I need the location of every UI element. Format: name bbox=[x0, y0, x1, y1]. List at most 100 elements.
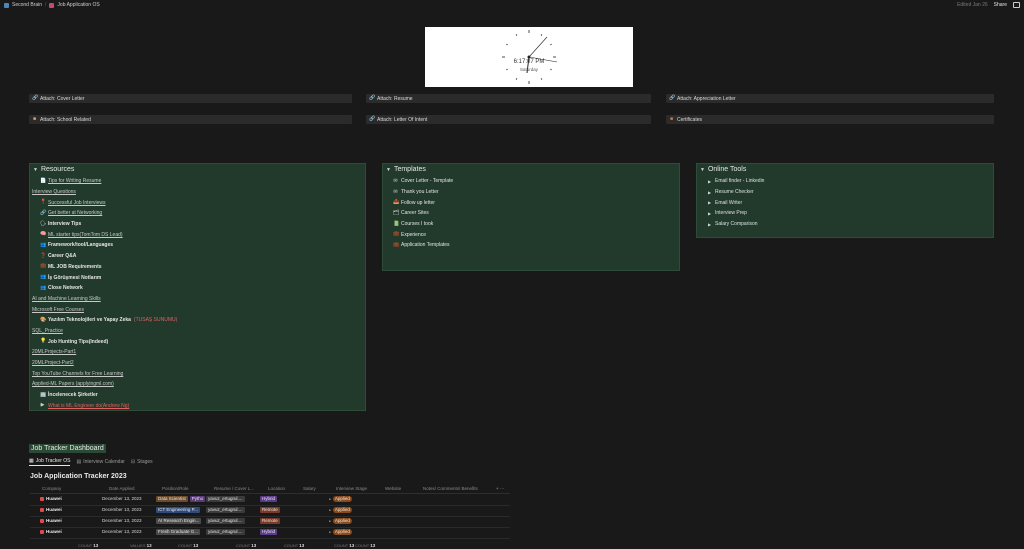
count-summary[interactable]: COUNT 13 bbox=[178, 543, 198, 548]
list-item[interactable]: 🔗 Get better at Networking bbox=[40, 208, 365, 219]
list-item[interactable]: 👥 İş Görüşmesi Notlarım bbox=[40, 272, 365, 283]
position-cell[interactable]: AI Research Engin... bbox=[156, 518, 202, 524]
list-item[interactable]: 👥 Close Network bbox=[40, 283, 365, 294]
position-cell[interactable]: Fresh Graduate G... bbox=[156, 529, 201, 535]
share-button[interactable]: Share bbox=[994, 2, 1007, 8]
toggle-item[interactable]: ▶ Salary Comparison bbox=[707, 219, 993, 230]
stage-cell[interactable]: ● Applied bbox=[329, 518, 352, 524]
breadcrumb-page[interactable]: Job Application OS bbox=[57, 2, 99, 8]
count-summary[interactable]: COUNT 13 bbox=[78, 543, 98, 548]
list-item[interactable]: 📗 Courses I took bbox=[393, 219, 679, 230]
toggle-item[interactable]: ▶ Email Writer bbox=[707, 197, 993, 208]
list-item[interactable]: 📍 Successful Job Interviews bbox=[40, 197, 365, 208]
list-item[interactable]: ❓ Career Q&A bbox=[40, 251, 365, 262]
list-item[interactable]: 20MLProjects-Part1 bbox=[32, 347, 365, 358]
company-cell[interactable]: Huawei bbox=[40, 518, 62, 523]
toggle-item[interactable]: ▶ Interview Prep bbox=[707, 208, 993, 219]
resume-cell[interactable]: yavuz_ertugrul.... bbox=[206, 496, 245, 502]
list-item[interactable]: 👥 Framework/tool/Languages bbox=[40, 240, 365, 251]
online-tools-toggle[interactable]: ▼ Online Tools bbox=[700, 166, 993, 173]
list-item[interactable]: 📤 Follow up letter bbox=[393, 197, 679, 208]
tab-stages[interactable]: ⊟ Stages bbox=[131, 459, 153, 465]
list-item[interactable]: 💼 ML JOB Requirements bbox=[40, 262, 365, 273]
toggle-item[interactable]: ▶ Email finder - Linkedin bbox=[707, 176, 993, 187]
list-item[interactable]: ✉ Cover Letter - Template bbox=[393, 176, 679, 187]
count-summary[interactable]: COUNT 13 bbox=[334, 543, 354, 548]
list-item-label: Salary Comparison bbox=[715, 221, 758, 228]
list-item[interactable]: SQL_Practice bbox=[32, 326, 365, 337]
col-resume[interactable]: Resume / Cover L... bbox=[214, 486, 254, 491]
attach-certificates[interactable]: ■ Certificates bbox=[666, 115, 994, 124]
attach-appreciation-letter[interactable]: 🔗 Attach: Appreciation Letter bbox=[666, 94, 994, 103]
list-item[interactable]: ✉ Thank you Letter bbox=[393, 187, 679, 198]
list-item[interactable]: AI and Machine Learning Skills bbox=[32, 294, 365, 305]
stage-cell[interactable]: ● Applied bbox=[329, 529, 352, 535]
list-item[interactable]: 📄 Tips for Writing Resume bbox=[40, 176, 365, 187]
stage-cell[interactable]: ● Applied bbox=[329, 496, 352, 502]
resume-cell[interactable]: yavuz_ertugrul.... bbox=[206, 518, 245, 524]
col-website[interactable]: Website bbox=[385, 486, 401, 491]
company-cell[interactable]: Huawei bbox=[40, 496, 62, 501]
add-column-button[interactable]: + ··· bbox=[496, 486, 504, 491]
company-cell[interactable]: Huawei bbox=[40, 529, 62, 534]
attach-cover-letter[interactable]: 🔗 Attach: Cover Letter bbox=[29, 94, 352, 103]
position-cell[interactable]: Data Scientist Pytho bbox=[156, 496, 206, 502]
list-item[interactable]: Top YouTube Channels for Free Learning bbox=[32, 368, 365, 379]
company-cell[interactable]: Huawei bbox=[40, 507, 62, 512]
list-item-label: Top YouTube Channels for Free Learning bbox=[32, 370, 124, 377]
col-position[interactable]: Position/Role bbox=[162, 486, 189, 491]
count-summary[interactable]: VALUES 13 bbox=[130, 543, 152, 548]
attach-resume[interactable]: 🔗 Attach: Resume bbox=[366, 94, 651, 103]
col-salary[interactable]: Salary bbox=[303, 486, 316, 491]
clock-widget: 6:17:07 PM Saturday bbox=[425, 27, 633, 87]
position-cell[interactable]: ICT Engineering P... bbox=[156, 507, 200, 513]
list-item[interactable]: 🗣 Interview Tips bbox=[40, 219, 365, 230]
edited-timestamp: Edited Jan 26 bbox=[957, 2, 988, 8]
tab-interview-calendar[interactable]: ▤ Interview Calendar bbox=[76, 459, 124, 465]
list-item[interactable]: 20MLProject-Part2 bbox=[32, 358, 365, 369]
col-location[interactable]: Location bbox=[268, 486, 285, 491]
location-cell[interactable]: Hybrid bbox=[260, 496, 278, 502]
list-item[interactable]: 💼 Application Templates bbox=[393, 240, 679, 251]
resume-cell[interactable]: yavuz_ertugrul.... bbox=[206, 507, 245, 513]
resources-toggle[interactable]: ▼ Resources bbox=[33, 166, 365, 173]
date-cell[interactable]: December 13, 2023 bbox=[102, 496, 142, 501]
location-cell[interactable]: Hybrid bbox=[260, 529, 278, 535]
comments-icon[interactable] bbox=[1013, 2, 1020, 8]
stage-chip: Applied bbox=[332, 518, 352, 524]
list-item[interactable]: Interview Questions bbox=[32, 187, 365, 198]
location-cell[interactable]: Remote bbox=[260, 518, 280, 524]
count-value: 13 bbox=[299, 543, 305, 548]
tab-label: Stages bbox=[137, 459, 153, 465]
date-cell[interactable]: December 13, 2023 bbox=[102, 507, 142, 512]
col-company[interactable]: Company bbox=[42, 486, 61, 491]
date-cell[interactable]: December 13, 2023 bbox=[102, 529, 142, 534]
attach-school-related[interactable]: ■ Attach: School Related bbox=[29, 115, 352, 124]
attach-letter-of-intent[interactable]: 🔗 Attach: Letter Of Intent bbox=[366, 115, 651, 124]
list-item[interactable]: 🏢 İncelenecek Şirketler bbox=[40, 390, 365, 401]
date-cell[interactable]: December 13, 2023 bbox=[102, 518, 142, 523]
list-item[interactable]: 🎨 Yazılım Teknolojileri ve Yapay Zeka (TUS… bbox=[40, 315, 365, 326]
count-summary[interactable]: COUNT 13 bbox=[355, 543, 375, 548]
col-date-applied[interactable]: Date Applied bbox=[109, 486, 135, 491]
list-item[interactable]: Applied-ML Papers (applyingml.com) bbox=[32, 379, 365, 390]
location-cell[interactable]: Remote bbox=[260, 507, 280, 513]
list-item[interactable]: 💡 Job Hunting Tips(Indeed) bbox=[40, 336, 365, 347]
col-interview-stage[interactable]: Interview Stage bbox=[336, 486, 367, 491]
count-summary[interactable]: COUNT 13 bbox=[284, 543, 304, 548]
tab-job-tracker-os[interactable]: ▦ Job Tracker OS bbox=[29, 458, 71, 466]
list-item[interactable]: 💼 Experience bbox=[393, 229, 679, 240]
count-summary[interactable]: COUNT 13 bbox=[236, 543, 256, 548]
breadcrumb-workspace[interactable]: Second Brain bbox=[12, 2, 42, 8]
col-notes[interactable]: Notes/ Comments/ Benefits bbox=[423, 486, 478, 491]
list-item[interactable]: 🗂 Career Sites bbox=[393, 208, 679, 219]
table-row[interactable]: Huawei December 13, 2023 Fresh Graduate G.… bbox=[30, 527, 510, 539]
list-item[interactable]: ▶ What is ML Engineer do(Andrew Ng) bbox=[40, 400, 365, 411]
clock-day: Saturday bbox=[519, 67, 538, 72]
list-item[interactable]: 🧠 ML starter tips(TomTom DS Lead) bbox=[40, 229, 365, 240]
stage-cell[interactable]: ● Applied bbox=[329, 507, 352, 513]
resume-cell[interactable]: yavuz_ertugrul.... bbox=[206, 529, 245, 535]
list-item[interactable]: Microsoft Free Courses bbox=[32, 304, 365, 315]
toggle-item[interactable]: ▶ Resume Checker bbox=[707, 187, 993, 198]
templates-toggle[interactable]: ▼ Templates bbox=[386, 166, 679, 173]
